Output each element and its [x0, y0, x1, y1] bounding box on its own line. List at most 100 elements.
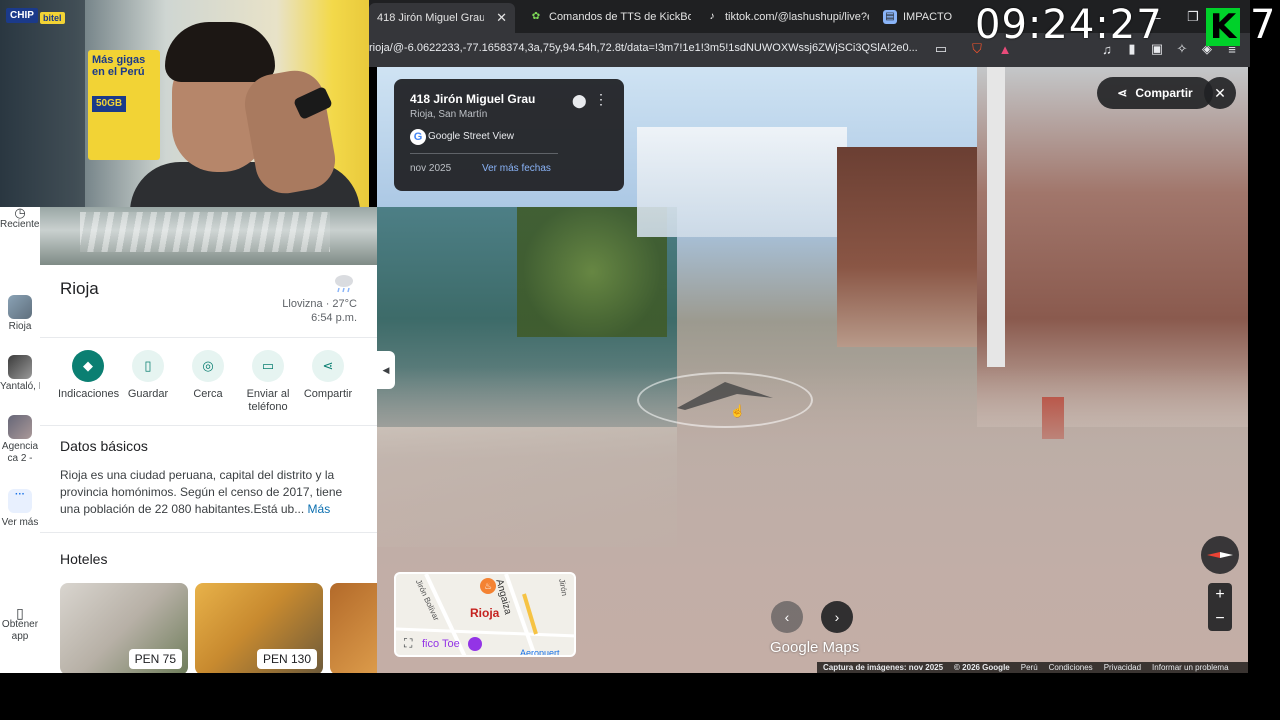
- utility-pole: [987, 67, 1005, 367]
- collapse-panel-button[interactable]: ◀: [377, 351, 395, 389]
- promo-gb: 50GB: [92, 96, 127, 112]
- rail-item-recientes[interactable]: ◷ Recientes: [0, 205, 40, 231]
- hotels-title: Hoteles: [60, 551, 108, 567]
- footer-report[interactable]: Informar un problema: [1152, 663, 1228, 672]
- url-text[interactable]: rioja/@-6.0622233,-77.1658374,3a,75y,94.…: [369, 42, 929, 54]
- more-dates-link[interactable]: Ver más fechas: [482, 163, 551, 174]
- directions-button[interactable]: ◆ Indicaciones: [58, 350, 120, 401]
- rail-label: Ver más: [1, 517, 39, 528]
- place-description: Rioja es una ciudad peruana, capital del…: [60, 467, 350, 518]
- nearby-button[interactable]: ◎ Cerca: [178, 350, 238, 401]
- tiktok-icon: ♪: [709, 11, 715, 22]
- rail-thumb: [8, 355, 32, 379]
- place-photo[interactable]: [40, 207, 377, 265]
- google-icon: G: [410, 129, 426, 145]
- rail-item-obtener-app[interactable]: ▯ Obtener app: [0, 605, 40, 643]
- tab-google-maps[interactable]: 418 Jirón Miguel Grau - Go ✕: [369, 3, 515, 33]
- local-time: 6:54 p.m.: [311, 312, 357, 324]
- close-tab-icon[interactable]: ✕: [496, 10, 507, 26]
- footer-privacy[interactable]: Privacidad: [1104, 663, 1141, 672]
- mini-map[interactable]: Jirón Bolívar Angaiza Jirón ♨ Rioja fico…: [394, 572, 576, 657]
- webcam-brand-sign: bitel: [40, 12, 65, 24]
- hotel-card[interactable]: PEN 130: [195, 583, 323, 673]
- directions-icon: ◆: [72, 350, 104, 382]
- maps-left-rail: ◷ Recientes Rioja Yantaló, Equipa Agenci…: [0, 205, 40, 673]
- phone-icon: ▯: [16, 605, 24, 621]
- sv-provider: Google Street View: [428, 131, 514, 142]
- tab-kickbot[interactable]: ✿ Comandos de TTS de KickBot: [521, 4, 691, 29]
- footer-terms[interactable]: Condiciones: [1049, 663, 1093, 672]
- sv-share-button[interactable]: ⋖ Compartir: [1097, 77, 1213, 109]
- hotel-card[interactable]: PEN 75: [60, 583, 188, 673]
- nearby-icon: ◎: [192, 350, 224, 382]
- footer-capture: Captura de imágenes: nov 2025: [823, 663, 944, 672]
- tab-label: IMPACTO: [903, 10, 953, 23]
- tab-impacto[interactable]: ▤ IMPACTO: [875, 4, 975, 29]
- rail-thumb: [8, 415, 32, 439]
- zoom-out-button[interactable]: −: [1208, 607, 1232, 631]
- cast-icon[interactable]: ▭: [933, 41, 949, 57]
- tab-label: Comandos de TTS de KickBot: [549, 10, 691, 23]
- rail-label: Obtener app: [1, 619, 39, 642]
- hotel-price: PEN 75: [128, 649, 182, 669]
- compass-icon: [1207, 552, 1233, 558]
- close-icon: ✕: [1214, 84, 1226, 101]
- more-options-icon[interactable]: ⋮: [594, 91, 608, 108]
- place-panel: Rioja Llovizna · 27°C 6:54 p.m. ◆ Indica…: [40, 207, 377, 673]
- google-maps-logo: Google Maps: [770, 639, 860, 656]
- stream-clock: 09:24:27: [975, 2, 1163, 48]
- minimap-poi: Aeropuert: [520, 648, 560, 657]
- action-label: Compartir: [303, 388, 353, 400]
- previous-button[interactable]: ‹: [771, 601, 803, 633]
- rail-thumb: [8, 295, 32, 319]
- sv-close-button[interactable]: ✕: [1204, 77, 1236, 109]
- cursor-icon: ☝: [730, 404, 745, 418]
- webcam-hair: [165, 22, 275, 82]
- bookmark-icon: ▯: [132, 350, 164, 382]
- divider: [40, 337, 377, 338]
- action-label: Guardar: [127, 388, 169, 400]
- chevron-left-icon: ◀: [382, 364, 390, 375]
- more-icon: ···: [8, 489, 32, 513]
- webcam-chip-sign: CHIP: [6, 8, 38, 23]
- send-to-phone-button[interactable]: ▭ Enviar al teléfono: [238, 350, 298, 414]
- more-link[interactable]: Más: [308, 502, 331, 516]
- save-button[interactable]: ▯ Guardar: [118, 350, 178, 401]
- send-to-phone-icon: ▭: [252, 350, 284, 382]
- hotel-card[interactable]: [330, 583, 377, 673]
- share-label: Compartir: [1135, 86, 1193, 100]
- tab-tiktok[interactable]: ♪ tiktok.com/@lashushupi/live?e: [697, 4, 870, 29]
- attribution-footer: Captura de imágenes: nov 2025 © 2026 Goo…: [817, 662, 1248, 673]
- action-label: Indicaciones: [58, 388, 120, 400]
- footer-country[interactable]: Perú: [1021, 663, 1038, 672]
- sv-sublocation: Rioja, San Martín: [410, 109, 488, 120]
- webcam-shelf: [0, 0, 85, 207]
- maximize-icon[interactable]: ❐: [1185, 9, 1201, 25]
- rail-item-agencia[interactable]: Agencia ca 2 -: [0, 415, 40, 465]
- divider: [40, 425, 377, 426]
- expand-icon[interactable]: ⛶: [404, 636, 412, 651]
- tab-label: 418 Jirón Miguel Grau - Go: [377, 12, 485, 24]
- minimap-poi: fico Toe: [422, 638, 460, 650]
- sv-address: 418 Jirón Miguel Grau: [410, 92, 536, 106]
- share-button[interactable]: ⋖ Compartir: [298, 350, 358, 401]
- compass[interactable]: [1201, 536, 1239, 574]
- chevron-right-icon: ›: [834, 609, 840, 625]
- zoom-in-button[interactable]: +: [1208, 583, 1232, 607]
- poi-icon: [468, 637, 482, 651]
- history-icon: ◷: [14, 205, 26, 220]
- sv-date: nov 2025: [410, 163, 452, 174]
- basics-title: Datos básicos: [60, 438, 148, 454]
- weather-condition: Llovizna · 27°C: [282, 298, 357, 310]
- street-view[interactable]: 418 Jirón Miguel Grau Rioja, San Martín …: [377, 67, 1248, 673]
- location-pin-icon[interactable]: ⬤: [572, 93, 587, 109]
- forward-arrow-icon[interactable]: [677, 380, 773, 410]
- chevron-left-icon: ‹: [784, 609, 790, 625]
- right-margin: [1248, 67, 1280, 673]
- rail-item-yantalo[interactable]: Yantaló, Equipa: [0, 355, 40, 393]
- ai-icon[interactable]: ✧: [1174, 41, 1190, 57]
- rail-item-rioja[interactable]: Rioja: [0, 295, 40, 333]
- next-button[interactable]: ›: [821, 601, 853, 633]
- rail-item-ver-mas[interactable]: ··· Ver más: [0, 489, 40, 529]
- hotel-price: PEN 130: [256, 649, 317, 669]
